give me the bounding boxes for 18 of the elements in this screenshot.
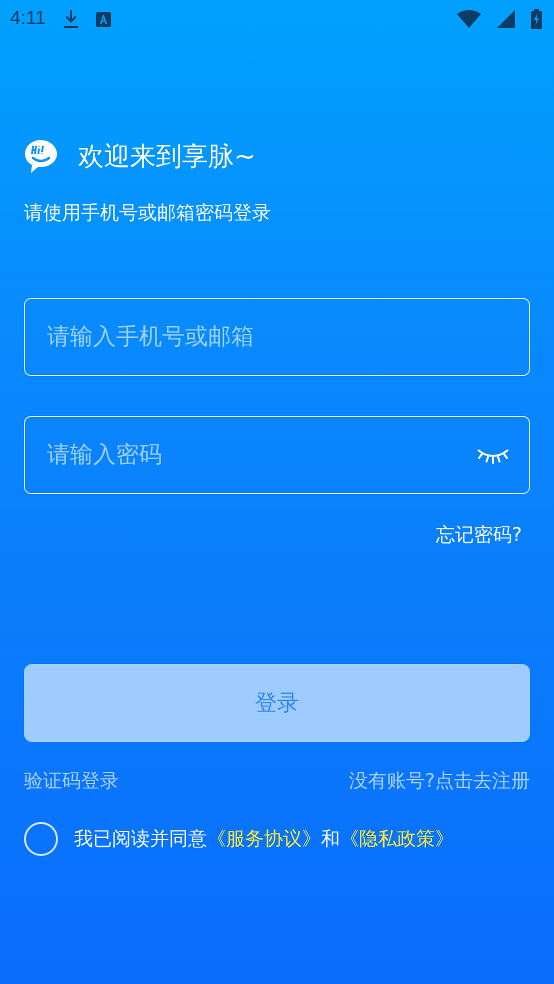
agreement-text: 我已阅读并同意《服务协议》和《隐私政策》	[74, 827, 454, 852]
sms-login-link[interactable]: 验证码登录	[24, 768, 119, 794]
download-icon	[62, 9, 80, 29]
signal-icon	[497, 10, 515, 28]
agreement-checkbox[interactable]	[24, 822, 58, 856]
battery-icon	[531, 9, 542, 29]
register-link[interactable]: 没有账号?点击去注册	[348, 768, 530, 794]
password-input-field[interactable]: 请输入密码	[24, 416, 530, 494]
login-hint: 请使用手机号或邮箱密码登录	[24, 201, 272, 226]
account-input-field[interactable]: 请输入手机号或邮箱	[24, 298, 530, 376]
clock-time: 4:11	[10, 8, 46, 30]
chat-bubble-logo-icon	[24, 138, 58, 174]
agreement-link[interactable]: 《隐私政策》	[340, 828, 454, 850]
agreement-link[interactable]: 《服务协议》	[207, 828, 321, 850]
wifi-icon	[457, 10, 481, 28]
keyboard-app-icon	[96, 12, 111, 26]
forgot-password-link[interactable]: 忘记密码?	[436, 522, 522, 548]
welcome-title: 欢迎来到享脉~	[78, 140, 256, 174]
